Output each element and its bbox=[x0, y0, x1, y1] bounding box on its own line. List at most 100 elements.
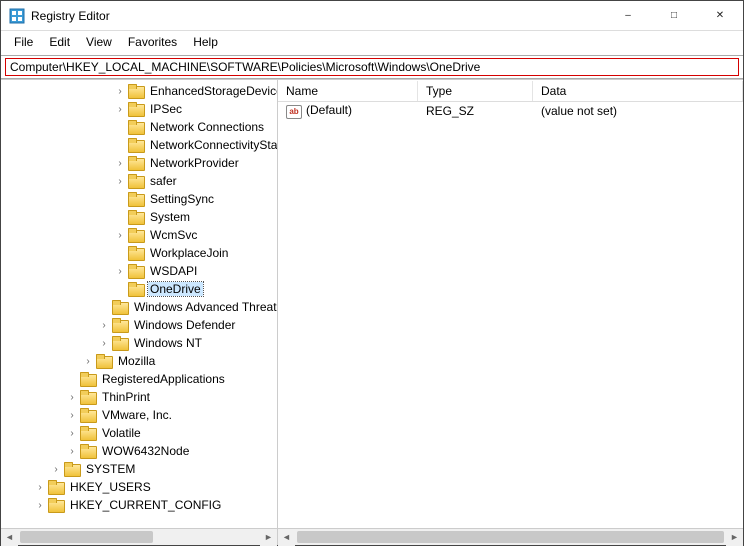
tree-node-label: Windows Advanced Threat Protection bbox=[132, 300, 278, 314]
tree-node[interactable]: › Mozilla bbox=[1, 352, 277, 370]
header-data[interactable]: Data bbox=[533, 81, 743, 101]
folder-icon bbox=[80, 444, 96, 458]
value-list-pane: Name Type Data ab(Default)REG_SZ(value n… bbox=[278, 80, 743, 528]
tree-node-label: safer bbox=[148, 174, 179, 188]
tree-node[interactable]: ›Windows Advanced Threat Protection bbox=[1, 298, 277, 316]
tree-node[interactable]: ›HKEY_CURRENT_CONFIG bbox=[1, 496, 277, 514]
tree-node[interactable]: › WOW6432Node bbox=[1, 442, 277, 460]
menu-edit[interactable]: Edit bbox=[42, 33, 77, 51]
folder-icon bbox=[96, 354, 112, 368]
chevron-right-icon[interactable]: › bbox=[97, 318, 111, 332]
chevron-right-icon[interactable]: › bbox=[81, 354, 95, 368]
folder-icon bbox=[112, 336, 128, 350]
chevron-right-icon[interactable]: › bbox=[113, 156, 127, 170]
tree-node-label: Network Connections bbox=[148, 120, 266, 134]
tree-node[interactable]: ›HKEY_USERS bbox=[1, 478, 277, 496]
tree-node[interactable]: ›Network Connections bbox=[1, 118, 277, 136]
scroll-track[interactable] bbox=[295, 529, 726, 545]
tree-node[interactable]: › VMware, Inc. bbox=[1, 406, 277, 424]
close-button[interactable]: ✕ bbox=[697, 1, 743, 30]
folder-icon bbox=[128, 120, 144, 134]
scroll-track[interactable] bbox=[18, 529, 260, 545]
window-title: Registry Editor bbox=[31, 9, 605, 23]
tree-node-label: NetworkConnectivityStatusIndicator bbox=[148, 138, 278, 152]
tree-node-label: NetworkProvider bbox=[148, 156, 241, 170]
tree-node[interactable]: ›WSDAPI bbox=[1, 262, 277, 280]
chevron-right-icon[interactable]: › bbox=[65, 390, 79, 404]
chevron-right-icon[interactable]: › bbox=[97, 336, 111, 350]
window-buttons: – □ ✕ bbox=[605, 1, 743, 30]
tree-node-label: System bbox=[148, 210, 192, 224]
chevron-right-icon[interactable]: › bbox=[33, 498, 47, 512]
addressbar-container: Computer\HKEY_LOCAL_MACHINE\SOFTWARE\Pol… bbox=[1, 55, 743, 79]
value-row[interactable]: ab(Default)REG_SZ(value not set) bbox=[278, 102, 743, 120]
list-hscroll[interactable]: ◄ ► bbox=[278, 528, 743, 545]
folder-icon bbox=[128, 228, 144, 242]
chevron-right-icon[interactable]: › bbox=[33, 480, 47, 494]
tree-node-label: WorkplaceJoin bbox=[148, 246, 230, 260]
folder-icon bbox=[48, 498, 64, 512]
tree-pane[interactable]: ›EnhancedStorageDevices›IPSec›Network Co… bbox=[1, 80, 278, 528]
folder-icon bbox=[128, 282, 144, 296]
tree-node[interactable]: ›Windows NT bbox=[1, 334, 277, 352]
list-rows[interactable]: ab(Default)REG_SZ(value not set) bbox=[278, 102, 743, 528]
tree-node-label: Volatile bbox=[100, 426, 143, 440]
value-type: REG_SZ bbox=[418, 104, 533, 118]
regedit-icon bbox=[9, 8, 25, 24]
menu-help[interactable]: Help bbox=[186, 33, 225, 51]
tree-node[interactable]: › NetworkProvider bbox=[1, 154, 277, 172]
tree-node[interactable]: ›Windows Defender bbox=[1, 316, 277, 334]
chevron-right-icon[interactable]: › bbox=[65, 408, 79, 422]
scroll-left-icon[interactable]: ◄ bbox=[278, 529, 295, 546]
header-name[interactable]: Name bbox=[278, 81, 418, 101]
scroll-right-icon[interactable]: ► bbox=[726, 529, 743, 546]
chevron-right-icon[interactable]: › bbox=[113, 264, 127, 278]
chevron-right-icon[interactable]: › bbox=[49, 462, 63, 476]
folder-icon bbox=[128, 156, 144, 170]
chevron-right-icon[interactable]: › bbox=[113, 102, 127, 116]
header-type[interactable]: Type bbox=[418, 81, 533, 101]
menubar: File Edit View Favorites Help bbox=[1, 31, 743, 55]
tree-node[interactable]: › IPSec bbox=[1, 100, 277, 118]
folder-icon bbox=[64, 462, 80, 476]
tree-node[interactable]: › safer bbox=[1, 172, 277, 190]
list-header[interactable]: Name Type Data bbox=[278, 80, 743, 102]
folder-icon bbox=[80, 372, 96, 386]
tree-node[interactable]: ›RegisteredApplications bbox=[1, 370, 277, 388]
chevron-right-icon[interactable]: › bbox=[65, 426, 79, 440]
chevron-right-icon[interactable]: › bbox=[113, 84, 127, 98]
folder-icon bbox=[128, 264, 144, 278]
tree-node[interactable]: ›NetworkConnectivityStatusIndicator bbox=[1, 136, 277, 154]
chevron-right-icon[interactable]: › bbox=[65, 444, 79, 458]
tree-node[interactable]: ›EnhancedStorageDevices bbox=[1, 82, 277, 100]
tree-node[interactable]: ›WorkplaceJoin bbox=[1, 244, 277, 262]
tree-node-label: VMware, Inc. bbox=[100, 408, 174, 422]
tree-node[interactable]: › ThinPrint bbox=[1, 388, 277, 406]
chevron-right-icon[interactable]: › bbox=[113, 228, 127, 242]
chevron-right-icon[interactable]: › bbox=[113, 174, 127, 188]
tree-node[interactable]: ›WcmSvc bbox=[1, 226, 277, 244]
tree-hscroll[interactable]: ◄ ► bbox=[1, 528, 278, 545]
tree-node[interactable]: ›SettingSync bbox=[1, 190, 277, 208]
tree-node[interactable]: › Volatile bbox=[1, 424, 277, 442]
folder-icon bbox=[128, 84, 144, 98]
menu-favorites[interactable]: Favorites bbox=[121, 33, 184, 51]
scroll-right-icon[interactable]: ► bbox=[260, 529, 277, 546]
tree-node-label: IPSec bbox=[148, 102, 184, 116]
tree-node-label: Mozilla bbox=[116, 354, 157, 368]
value-name: (Default) bbox=[306, 103, 352, 117]
address-input[interactable]: Computer\HKEY_LOCAL_MACHINE\SOFTWARE\Pol… bbox=[5, 58, 739, 76]
tree-node-label: WOW6432Node bbox=[100, 444, 191, 458]
tree-node[interactable]: ›OneDrive bbox=[1, 280, 277, 298]
minimize-button[interactable]: – bbox=[605, 1, 651, 30]
folder-icon bbox=[128, 192, 144, 206]
scroll-left-icon[interactable]: ◄ bbox=[1, 529, 18, 546]
folder-icon bbox=[80, 390, 96, 404]
menu-file[interactable]: File bbox=[7, 33, 40, 51]
menu-view[interactable]: View bbox=[79, 33, 119, 51]
tree-node[interactable]: ›System bbox=[1, 208, 277, 226]
maximize-button[interactable]: □ bbox=[651, 1, 697, 30]
value-data: (value not set) bbox=[533, 104, 743, 118]
tree-node[interactable]: ›SYSTEM bbox=[1, 460, 277, 478]
tree-node-label: ThinPrint bbox=[100, 390, 152, 404]
